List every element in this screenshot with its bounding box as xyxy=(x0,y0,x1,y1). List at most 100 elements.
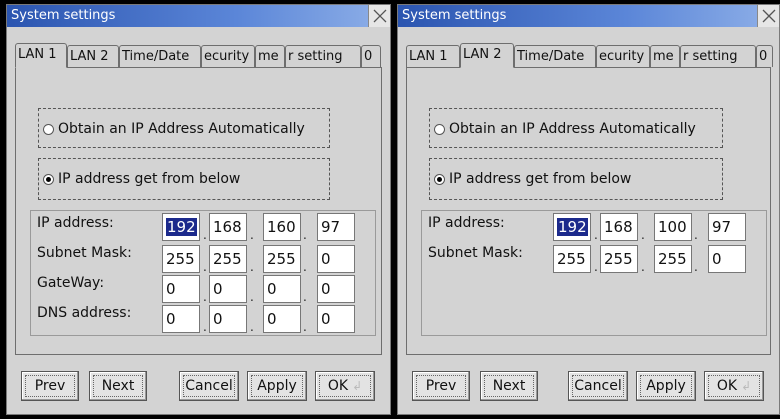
gateway-octet-3[interactable]: 0 xyxy=(263,275,301,303)
octet-value: 160 xyxy=(267,218,296,236)
octet-value: 192 xyxy=(557,218,588,236)
octet-value: 255 xyxy=(213,250,242,268)
cancel-button[interactable]: Cancel xyxy=(568,371,628,401)
apply-button-face: Apply xyxy=(640,375,692,397)
octet-value: 168 xyxy=(213,218,242,236)
radio-obtain-auto[interactable]: Obtain an IP Address Automatically xyxy=(43,119,305,139)
tab-security[interactable]: ecurity xyxy=(596,45,650,67)
dot-separator: . xyxy=(250,320,254,334)
tab-label: LAN 1 xyxy=(409,49,448,64)
prev-button[interactable]: Prev xyxy=(412,371,470,401)
ok-label: OK xyxy=(327,378,349,394)
gateway-octet-1[interactable]: 0 xyxy=(162,275,200,303)
octet-value: 0 xyxy=(166,280,176,298)
dot-separator: . xyxy=(203,290,207,304)
radio-manual[interactable]: IP address get from below xyxy=(434,169,631,189)
tab-time-date[interactable]: Time/Date xyxy=(514,45,596,67)
subnet-octet-2[interactable]: 255 xyxy=(600,245,638,273)
radio-obtain-auto[interactable]: Obtain an IP Address Automatically xyxy=(434,119,696,139)
tab-me[interactable]: me xyxy=(255,45,285,67)
dns-octet-3[interactable]: 0 xyxy=(263,305,301,333)
subnet-octet-1[interactable]: 255 xyxy=(162,245,200,273)
tab-lan1[interactable]: LAN 1 xyxy=(15,43,67,68)
enter-arrow-icon: ↲ xyxy=(741,379,752,393)
tab-lan1[interactable]: LAN 1 xyxy=(406,45,460,67)
ip-octet-3[interactable]: 160 xyxy=(263,213,301,241)
next-button[interactable]: Next xyxy=(89,371,147,401)
apply-button[interactable]: Apply xyxy=(247,371,307,401)
enter-arrow-icon: ↲ xyxy=(352,379,363,393)
octet-value: 0 xyxy=(213,280,223,298)
title-bar[interactable]: System settings xyxy=(7,5,390,27)
ip-address-label: IP address: xyxy=(37,215,114,231)
subnet-octet-4[interactable]: 0 xyxy=(317,245,355,273)
ip-octet-2[interactable]: 168 xyxy=(600,213,638,241)
gateway-octet-4[interactable]: 0 xyxy=(317,275,355,303)
tab-label: ecurity xyxy=(599,49,645,64)
next-button-face: Next xyxy=(484,375,534,397)
octet-value: 100 xyxy=(658,218,687,236)
cancel-button-face: Cancel xyxy=(183,375,235,397)
radio-indicator xyxy=(43,123,54,135)
subnet-mask-label: Subnet Mask: xyxy=(37,245,132,261)
tab-me[interactable]: me xyxy=(650,45,680,67)
cancel-button-face: Cancel xyxy=(572,375,624,397)
tab-lan2[interactable]: LAN 2 xyxy=(460,43,514,68)
ok-button[interactable]: OK ↲ xyxy=(704,371,764,401)
next-button-face: Next xyxy=(93,375,143,397)
dns-octet-4[interactable]: 0 xyxy=(317,305,355,333)
ok-button[interactable]: OK ↲ xyxy=(315,371,375,401)
dot-separator: . xyxy=(203,260,207,274)
next-button[interactable]: Next xyxy=(480,371,538,401)
cancel-button[interactable]: Cancel xyxy=(179,371,239,401)
tab-0[interactable]: 0 xyxy=(756,45,773,67)
tab-r-setting[interactable]: r setting xyxy=(680,45,756,67)
tab-strip: LAN 1 LAN 2 Time/Date ecurity me r setti… xyxy=(406,43,773,68)
close-button[interactable] xyxy=(757,5,779,27)
dns-octet-1[interactable]: 0 xyxy=(162,305,200,333)
ip-octet-4[interactable]: 97 xyxy=(317,213,355,241)
octet-value: 0 xyxy=(267,280,277,298)
subnet-octet-4[interactable]: 0 xyxy=(708,245,746,273)
prev-button[interactable]: Prev xyxy=(21,371,79,401)
ip-address-label: IP address: xyxy=(428,215,505,231)
subnet-octet-2[interactable]: 255 xyxy=(209,245,247,273)
tab-label: LAN 2 xyxy=(70,49,109,64)
octet-value: 0 xyxy=(321,280,331,298)
radio-manual[interactable]: IP address get from below xyxy=(43,169,240,189)
ok-label: OK xyxy=(716,378,738,394)
tab-security[interactable]: ecurity xyxy=(201,45,255,67)
dot-separator: . xyxy=(303,320,307,334)
dot-separator: . xyxy=(303,290,307,304)
apply-button[interactable]: Apply xyxy=(636,371,696,401)
tab-label: r setting xyxy=(288,49,343,64)
subnet-octet-1[interactable]: 255 xyxy=(553,245,591,273)
next-label: Next xyxy=(492,378,526,394)
ip-octet-2[interactable]: 168 xyxy=(209,213,247,241)
ip-octet-1[interactable]: 192 xyxy=(162,213,200,241)
tab-r-setting[interactable]: r setting xyxy=(285,45,361,67)
apply-label: Apply xyxy=(257,378,297,394)
close-button[interactable] xyxy=(368,5,390,27)
dot-separator: . xyxy=(303,260,307,274)
subnet-octet-3[interactable]: 255 xyxy=(263,245,301,273)
ok-button-face: OK ↲ xyxy=(708,375,760,397)
tab-time-date[interactable]: Time/Date xyxy=(119,45,201,67)
close-icon xyxy=(762,9,776,23)
tab-0[interactable]: 0 xyxy=(361,45,381,67)
gateway-octet-2[interactable]: 0 xyxy=(209,275,247,303)
dns-octet-2[interactable]: 0 xyxy=(209,305,247,333)
octet-value: 255 xyxy=(267,250,296,268)
tab-lan2[interactable]: LAN 2 xyxy=(67,45,119,67)
ip-octet-4[interactable]: 97 xyxy=(708,213,746,241)
title-bar[interactable]: System settings xyxy=(398,5,779,27)
apply-label: Apply xyxy=(646,378,686,394)
tab-label: 0 xyxy=(759,49,768,64)
octet-value: 0 xyxy=(321,310,331,328)
dot-separator: . xyxy=(594,260,598,274)
ip-octet-3[interactable]: 100 xyxy=(654,213,692,241)
cancel-label: Cancel xyxy=(185,378,233,394)
subnet-octet-3[interactable]: 255 xyxy=(654,245,692,273)
prev-button-face: Prev xyxy=(416,375,466,397)
ip-octet-1[interactable]: 192 xyxy=(553,213,591,241)
